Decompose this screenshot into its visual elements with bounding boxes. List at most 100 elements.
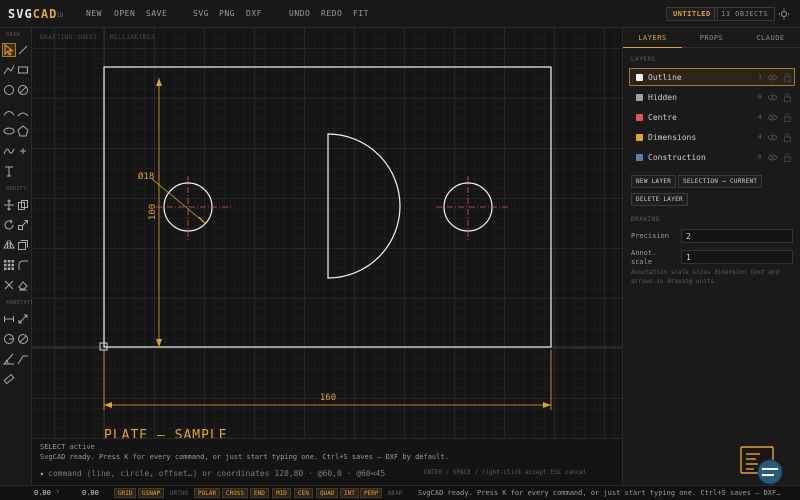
linear-dimension-tool-button[interactable] <box>2 312 16 326</box>
top-bar: SVGCAD 1D NEW OPEN SAVE SVG PNG DXF UNDO… <box>0 0 800 28</box>
circle-diameter-tool-button[interactable] <box>16 83 30 97</box>
snap-perp-toggle[interactable]: PERP <box>360 488 383 498</box>
menu-export-svg-button[interactable]: SVG <box>193 9 209 18</box>
point-tool-button[interactable] <box>16 144 30 158</box>
aligned-dimension-tool-button[interactable] <box>16 312 30 326</box>
snap-ortho-toggle[interactable]: ORTHO <box>166 488 192 498</box>
document-name[interactable]: UNTITLED <box>666 7 718 21</box>
line-tool-button[interactable] <box>16 43 30 57</box>
cursor-icon <box>4 44 14 56</box>
text-icon <box>5 166 13 177</box>
eye-icon[interactable] <box>768 94 777 101</box>
menu-export-png-button[interactable]: PNG <box>219 9 235 18</box>
offset-tool-button[interactable] <box>16 238 30 252</box>
precision-input[interactable] <box>681 229 793 243</box>
eye-icon[interactable] <box>768 134 777 141</box>
rectangle-icon <box>18 66 28 74</box>
tool-section-annotate: ANNOTATE <box>6 300 35 306</box>
arc-three-point-tool-button[interactable] <box>16 106 30 120</box>
leader-tool-button[interactable] <box>16 352 30 366</box>
circle-diameter-icon <box>18 85 28 95</box>
snap-cen-toggle[interactable]: CEN <box>294 488 313 498</box>
snap-end-toggle[interactable]: END <box>250 488 269 498</box>
measure-tool-button[interactable] <box>2 372 16 386</box>
snap-near-toggle[interactable]: NEAR <box>384 488 406 498</box>
radius-dimension-icon <box>4 334 14 344</box>
circle-tool-button[interactable] <box>2 83 16 97</box>
snap-int-toggle[interactable]: INT <box>340 488 359 498</box>
lock-icon[interactable] <box>784 93 791 102</box>
annot-scale-input[interactable] <box>681 250 793 264</box>
half-circle-slot[interactable] <box>327 133 401 279</box>
radius-dimension-tool-button[interactable] <box>2 332 16 346</box>
ellipse-tool-button[interactable] <box>2 124 16 138</box>
layer-color-swatch[interactable] <box>636 74 643 81</box>
layer-color-swatch[interactable] <box>636 94 643 101</box>
move-tool-button[interactable] <box>2 198 16 212</box>
lock-icon[interactable] <box>784 133 791 142</box>
eye-icon[interactable] <box>768 74 777 81</box>
tab-layers[interactable]: LAYERS <box>623 28 682 48</box>
spline-tool-button[interactable] <box>2 144 16 158</box>
menu-fit-button[interactable]: FIT <box>353 9 369 18</box>
menu-export-dxf-button[interactable]: DXF <box>246 9 262 18</box>
snap-cross-toggle[interactable]: CROSS <box>222 488 249 498</box>
arc-tool-button[interactable] <box>2 106 16 120</box>
polyline-tool-button[interactable] <box>2 63 16 77</box>
console-line-active: SELECT active <box>40 443 95 451</box>
scale-tool-button[interactable] <box>16 218 30 232</box>
polygon-tool-button[interactable] <box>16 124 30 138</box>
trim-tool-button[interactable] <box>2 278 16 292</box>
text-tool-button[interactable] <box>2 164 16 178</box>
command-prompt-arrow: ▸ <box>40 469 45 478</box>
snap-mid-toggle[interactable]: MID <box>272 488 291 498</box>
rotate-tool-button[interactable] <box>2 218 16 232</box>
command-input[interactable] <box>48 467 448 479</box>
plate-title-text[interactable]: PLATE — SAMPLE <box>104 428 228 438</box>
layer-name: Centre <box>648 113 677 122</box>
new-layer-button[interactable]: NEW LAYER <box>631 175 677 188</box>
eye-icon[interactable] <box>768 154 777 161</box>
fillet-tool-button[interactable] <box>16 258 30 272</box>
tab-props[interactable]: PROPS <box>682 28 741 48</box>
menu-undo-button[interactable]: UNDO <box>289 9 310 18</box>
circle-icon <box>4 85 14 95</box>
assistant-icon[interactable] <box>740 446 784 486</box>
layer-count: 4 <box>758 134 762 141</box>
select-tool-button[interactable] <box>2 43 16 57</box>
menu-redo-button[interactable]: REDO <box>321 9 342 18</box>
layer-color-swatch[interactable] <box>636 114 643 121</box>
snap-polar-toggle[interactable]: POLAR <box>194 488 221 498</box>
drawing-canvas[interactable]: DRAFTING SHEET · MILLIMETRES Ø18 100 160… <box>32 28 622 438</box>
rectangle-tool-button[interactable] <box>16 63 30 77</box>
mirror-tool-button[interactable] <box>2 238 16 252</box>
linear-dimension-icon <box>4 316 14 322</box>
layer-row-hidden[interactable]: Hidden 0 <box>629 88 795 106</box>
tab-claude[interactable]: CLAUDE <box>741 28 800 48</box>
array-tool-button[interactable] <box>2 258 16 272</box>
angle-dimension-icon <box>3 353 14 365</box>
lock-icon[interactable] <box>784 73 791 82</box>
layer-row-dimensions[interactable]: Dimensions 4 <box>629 128 795 146</box>
menu-open-button[interactable]: OPEN <box>114 9 135 18</box>
sun-icon[interactable] <box>778 8 790 20</box>
delete-layer-button[interactable]: DELETE LAYER <box>631 193 688 206</box>
angle-dimension-tool-button[interactable] <box>2 352 16 366</box>
layer-row-centre[interactable]: Centre 4 <box>629 108 795 126</box>
selection-to-current-button[interactable]: SELECTION → CURRENT <box>678 175 763 188</box>
eye-icon[interactable] <box>768 114 777 121</box>
menu-new-button[interactable]: NEW <box>86 9 102 18</box>
layer-color-swatch[interactable] <box>636 154 643 161</box>
snap-quad-toggle[interactable]: QUAD <box>316 488 339 498</box>
menu-save-button[interactable]: SAVE <box>146 9 167 18</box>
lock-icon[interactable] <box>784 153 791 162</box>
lock-icon[interactable] <box>784 113 791 122</box>
snap-gsnap-toggle[interactable]: GSNAP <box>138 488 165 498</box>
snap-grid-toggle[interactable]: GRID <box>114 488 137 498</box>
copy-tool-button[interactable] <box>16 198 30 212</box>
diameter-dimension-tool-button[interactable] <box>16 332 30 346</box>
layer-color-swatch[interactable] <box>636 134 643 141</box>
erase-tool-button[interactable] <box>16 278 30 292</box>
layer-row-outline[interactable]: Outline 3 <box>629 68 795 86</box>
layer-row-construction[interactable]: Construction 0 <box>629 148 795 166</box>
